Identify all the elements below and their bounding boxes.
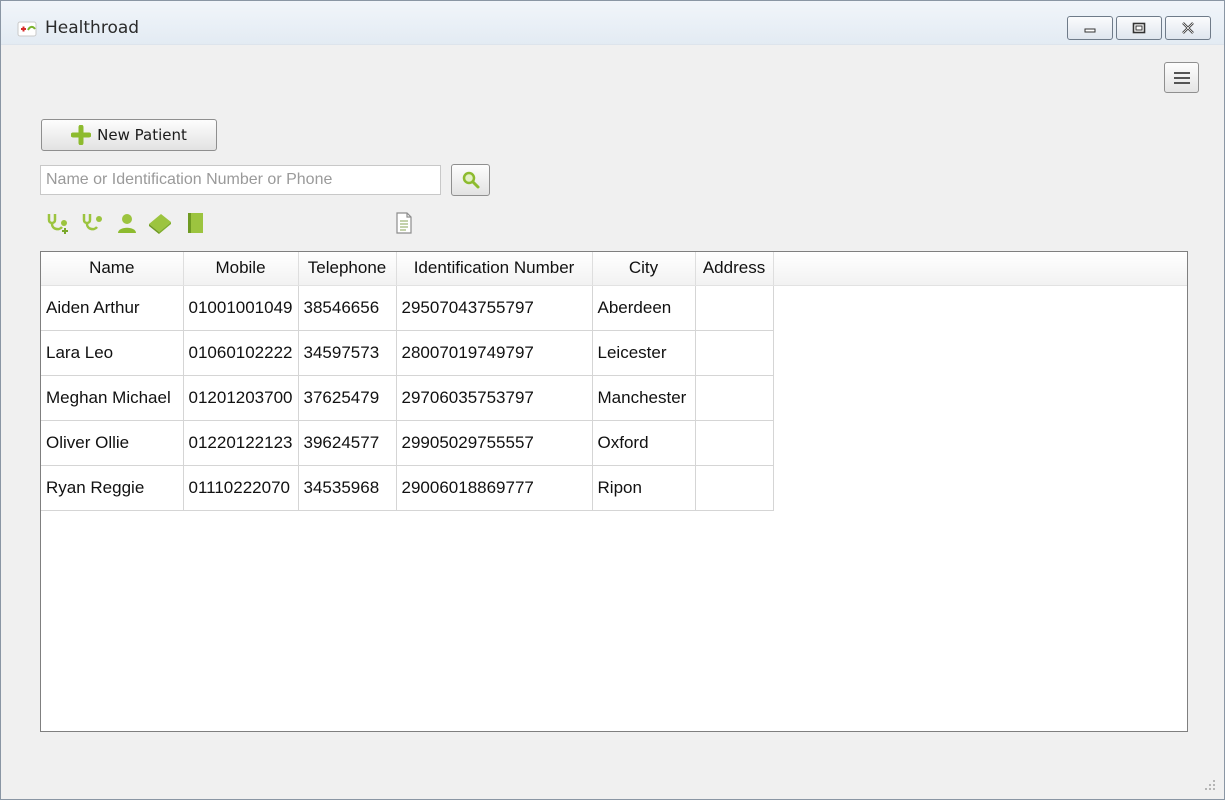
cell-name[interactable]: Lara Leo: [41, 330, 184, 376]
table-row[interactable]: Aiden Arthur 01001001049 38546656 295070…: [41, 285, 774, 331]
cell-address[interactable]: [695, 420, 774, 466]
app-logo-icon: [17, 21, 37, 37]
column-header-mobile[interactable]: Mobile: [183, 252, 299, 286]
table-row[interactable]: Oliver Ollie 01220122123 39624577 299050…: [41, 420, 774, 466]
cell-address[interactable]: [695, 375, 774, 421]
app-window: Healthroad New Patient Name or Identific…: [0, 0, 1225, 800]
cell-mobile[interactable]: 01110222070: [183, 465, 299, 511]
new-patient-label: New Patient: [97, 126, 187, 144]
title-bar[interactable]: Healthroad: [1, 1, 1224, 45]
document-icon: [396, 212, 412, 234]
cell-identification-number[interactable]: 29507043755797: [396, 285, 593, 331]
cell-mobile[interactable]: 01001001049: [183, 285, 299, 331]
cell-telephone[interactable]: 39624577: [298, 420, 397, 466]
search-button[interactable]: [451, 164, 490, 196]
cell-mobile[interactable]: 01220122123: [183, 420, 299, 466]
column-header-address[interactable]: Address: [695, 252, 774, 286]
patient-profile-button[interactable]: [114, 210, 140, 236]
cell-city[interactable]: Leicester: [592, 330, 696, 376]
column-header-identification-number[interactable]: Identification Number: [396, 252, 593, 286]
minimize-button[interactable]: [1067, 16, 1113, 40]
cell-city[interactable]: Manchester: [592, 375, 696, 421]
cell-name[interactable]: Meghan Michael: [41, 375, 184, 421]
close-button[interactable]: [1165, 16, 1211, 40]
cell-address[interactable]: [695, 285, 774, 331]
cell-address[interactable]: [695, 465, 774, 511]
cell-mobile[interactable]: 01060102222: [183, 330, 299, 376]
visit-button[interactable]: [80, 210, 106, 236]
cell-name[interactable]: Oliver Ollie: [41, 420, 184, 466]
plus-icon: [71, 125, 92, 145]
column-header-city[interactable]: City: [592, 252, 696, 286]
window-title: Healthroad: [45, 18, 140, 38]
add-visit-button[interactable]: [45, 210, 71, 236]
column-header-telephone[interactable]: Telephone: [298, 252, 397, 286]
minimize-icon: [1084, 28, 1096, 33]
cell-name[interactable]: Ryan Reggie: [41, 465, 184, 511]
cell-name[interactable]: Aiden Arthur: [41, 285, 184, 331]
table-row[interactable]: Meghan Michael 01201203700 37625479 2970…: [41, 375, 774, 421]
cell-identification-number[interactable]: 29006018869777: [396, 465, 593, 511]
cell-city[interactable]: Oxford: [592, 420, 696, 466]
table-row[interactable]: Ryan Reggie 01110222070 34535968 2900601…: [41, 465, 774, 511]
records-button[interactable]: [147, 210, 173, 236]
restore-icon: [1132, 22, 1146, 34]
cell-city[interactable]: Ripon: [592, 465, 696, 511]
cell-mobile[interactable]: 01201203700: [183, 375, 299, 421]
new-patient-button[interactable]: New Patient: [41, 119, 217, 151]
stethoscope-icon: [82, 214, 102, 231]
resize-grip-icon[interactable]: [1202, 777, 1216, 791]
user-icon: [118, 214, 136, 233]
column-header-name[interactable]: Name: [41, 252, 184, 286]
book-icon: [149, 214, 171, 234]
stethoscope-add-icon: [47, 214, 68, 234]
cell-identification-number[interactable]: 28007019749797: [396, 330, 593, 376]
cell-telephone[interactable]: 37625479: [298, 375, 397, 421]
menu-button[interactable]: [1164, 62, 1199, 93]
cell-telephone[interactable]: 38546656: [298, 285, 397, 331]
table-header-row: Name Mobile Telephone Identification Num…: [41, 252, 774, 286]
report-button[interactable]: [391, 210, 417, 236]
search-icon: [462, 171, 479, 189]
cell-address[interactable]: [695, 330, 774, 376]
cell-city[interactable]: Aberdeen: [592, 285, 696, 331]
notes-button[interactable]: [182, 210, 208, 236]
search-input[interactable]: [40, 165, 441, 195]
cell-telephone[interactable]: 34597573: [298, 330, 397, 376]
cell-telephone[interactable]: 34535968: [298, 465, 397, 511]
restore-button[interactable]: [1116, 16, 1162, 40]
close-icon: [1182, 22, 1194, 34]
notebook-icon: [188, 213, 203, 233]
patients-table[interactable]: Name Mobile Telephone Identification Num…: [40, 251, 1188, 732]
table-row[interactable]: Lara Leo 01060102222 34597573 2800701974…: [41, 330, 774, 376]
cell-identification-number[interactable]: 29706035753797: [396, 375, 593, 421]
cell-identification-number[interactable]: 29905029755557: [396, 420, 593, 466]
hamburger-icon: [1173, 71, 1190, 84]
